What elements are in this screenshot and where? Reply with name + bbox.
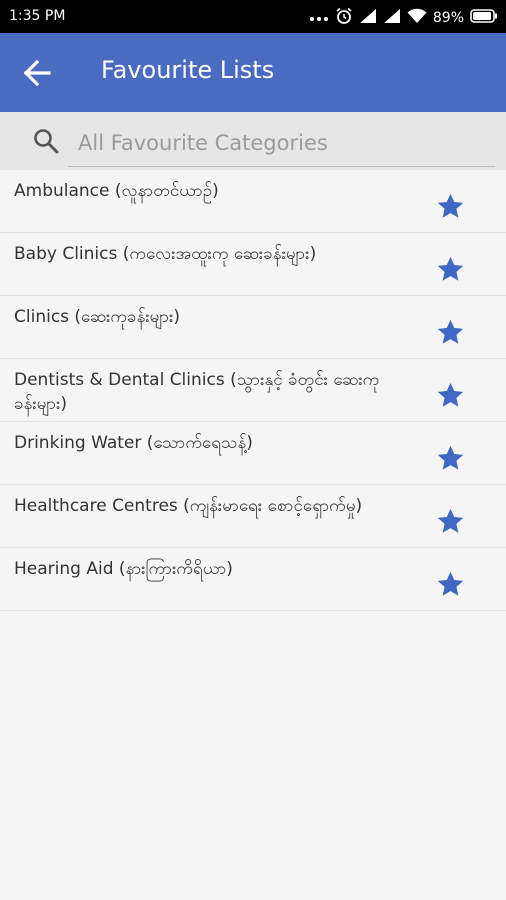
list-item-label: Dentists & Dental Clinics (သွားနှင့် ခံတ… xyxy=(14,370,380,414)
list-item-label: Hearing Aid (နားကြားကိရိယာ) xyxy=(14,559,233,579)
list-item-label: Baby Clinics (ကလေးအထူးကု ဆေးခန်းများ) xyxy=(14,244,317,264)
signal-icon xyxy=(359,8,377,28)
wifi-icon xyxy=(407,8,427,28)
list-item[interactable]: Clinics (ဆေးကုခန်းများ) xyxy=(0,296,506,359)
search-bar xyxy=(0,112,506,170)
signal-icon xyxy=(383,8,401,28)
search-input[interactable] xyxy=(68,120,495,167)
page-title: Favourite Lists xyxy=(101,56,275,84)
list-item[interactable]: Drinking Water (သောက်ရေသန့်) xyxy=(0,422,506,485)
status-bar: 1:35 PM 89% xyxy=(0,0,506,33)
star-icon[interactable] xyxy=(436,570,465,599)
battery-icon xyxy=(470,9,498,27)
back-button[interactable] xyxy=(22,58,54,88)
list-item[interactable]: Healthcare Centres (ကျန်းမာရေး စောင့်ရှေ… xyxy=(0,485,506,548)
star-icon[interactable] xyxy=(436,381,465,410)
battery-percent: 89% xyxy=(432,10,464,26)
alarm-icon xyxy=(335,7,353,29)
app-bar: Favourite Lists xyxy=(0,33,506,112)
star-icon[interactable] xyxy=(436,192,465,221)
list-item[interactable]: Dentists & Dental Clinics (သွားနှင့် ခံတ… xyxy=(0,359,506,422)
list-item-label: Ambulance (လူနာတင်ယာဉ်) xyxy=(14,181,219,201)
status-time: 1:35 PM xyxy=(9,8,66,24)
dots-icon xyxy=(309,10,329,26)
arrow-left-icon xyxy=(23,59,51,87)
favourite-list: Ambulance (လူနာတင်ယာဉ်) Baby Clinics (ကလ… xyxy=(0,170,506,611)
star-icon[interactable] xyxy=(436,255,465,284)
list-item[interactable]: Ambulance (လူနာတင်ယာဉ်) xyxy=(0,170,506,233)
star-icon[interactable] xyxy=(436,318,465,347)
star-icon[interactable] xyxy=(436,507,465,536)
list-item-label: Clinics (ဆေးကုခန်းများ) xyxy=(14,307,181,327)
status-icons: 89% xyxy=(309,7,498,29)
list-item[interactable]: Baby Clinics (ကလေးအထူးကု ဆေးခန်းများ) xyxy=(0,233,506,296)
list-item-label: Healthcare Centres (ကျန်းမာရေး စောင့်ရှေ… xyxy=(14,496,363,516)
search-icon xyxy=(32,127,60,155)
list-item[interactable]: Hearing Aid (နားကြားကိရိယာ) xyxy=(0,548,506,611)
star-icon[interactable] xyxy=(436,444,465,473)
list-item-label: Drinking Water (သောက်ရေသန့်) xyxy=(14,433,253,453)
